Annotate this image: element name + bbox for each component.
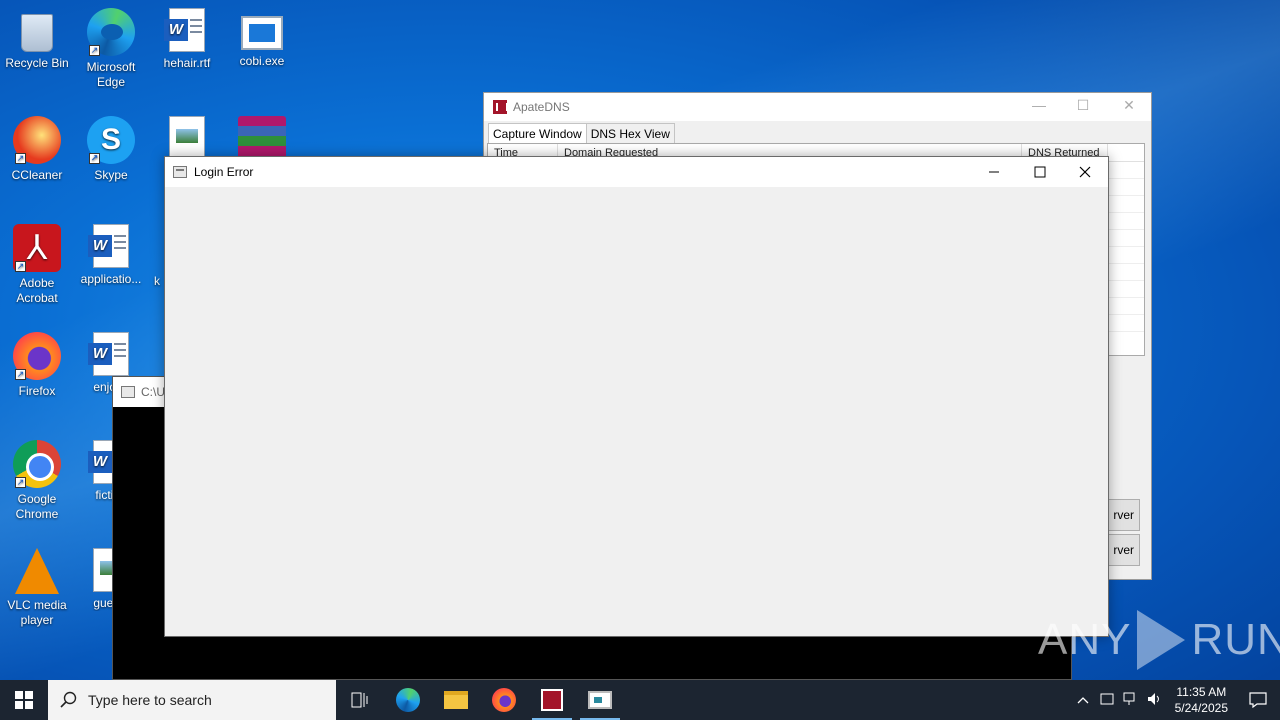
desktop-icon-label: CCleaner — [11, 168, 63, 182]
taskbar-file-explorer[interactable] — [432, 680, 480, 720]
maximize-button[interactable] — [1017, 157, 1063, 187]
desktop-icon-acrobat[interactable]: ⅄ ↗ Adobe Acrobat — [0, 224, 74, 306]
recycle-bin-icon — [21, 14, 53, 52]
desktop-icon-edge[interactable]: ↗ Microsoft Edge — [74, 8, 148, 90]
maximize-icon[interactable]: ☐ — [1068, 97, 1098, 114]
window-app-icon — [588, 691, 612, 709]
ccleaner-icon: ↗ — [13, 116, 61, 164]
windows-logo-icon — [15, 691, 33, 709]
watermark-right: RUN — [1191, 615, 1280, 664]
exe-icon — [241, 16, 283, 50]
tray-app-button[interactable] — [1095, 692, 1119, 709]
device-icon — [1100, 693, 1114, 704]
desktop-icon-chrome[interactable]: ↗ Google Chrome — [0, 440, 74, 522]
taskbar-firefox[interactable] — [480, 680, 528, 720]
play-icon — [1137, 610, 1186, 670]
firefox-icon: ↗ — [13, 332, 61, 380]
start-button[interactable] — [0, 680, 48, 720]
login-error-titlebar[interactable]: Login Error — [165, 157, 1108, 187]
desktop-icon-ccleaner[interactable]: ↗ CCleaner — [0, 116, 74, 183]
minimize-icon — [989, 171, 999, 173]
system-tray: 11:35 AM 5/24/2025 — [1071, 680, 1280, 720]
network-icon — [1123, 692, 1135, 705]
desktop-icon-cobi[interactable]: cobi.exe — [225, 8, 299, 69]
watermark-left: ANY — [1038, 615, 1132, 664]
console-icon — [121, 386, 135, 398]
apatedns-logo-icon — [493, 100, 508, 114]
taskbar-login-error[interactable] — [576, 680, 624, 720]
clock-date: 5/24/2025 — [1174, 701, 1228, 715]
skype-icon: S ↗ — [87, 116, 135, 164]
notification-icon — [1249, 692, 1267, 708]
tab-capture-window[interactable]: Capture Window — [488, 123, 587, 145]
desktop-icon-recycle-bin[interactable]: Recycle Bin — [0, 8, 74, 71]
desktop-icon-label: VLC media player — [7, 598, 67, 627]
desktop-icon-firefox[interactable]: ↗ Firefox — [0, 332, 74, 399]
chrome-icon: ↗ — [13, 440, 61, 488]
desktop-icon-label: Adobe Acrobat — [16, 276, 58, 305]
tab-dns-hex-view[interactable]: DNS Hex View — [585, 123, 675, 145]
desktop-icon-label: Recycle Bin — [5, 56, 69, 70]
acrobat-icon: ⅄ ↗ — [13, 224, 61, 272]
close-icon[interactable]: ✕ — [1114, 97, 1144, 114]
edge-icon — [396, 688, 420, 712]
clock-time: 11:35 AM — [1176, 685, 1227, 699]
window-app-icon — [173, 166, 187, 178]
desktop-icon-label: Firefox — [18, 384, 56, 398]
image-file-icon — [169, 116, 205, 160]
desktop-icon-vlc[interactable]: VLC media player — [0, 548, 74, 628]
taskbar-edge[interactable] — [384, 680, 432, 720]
desktop-icon-label: Google Chrome — [15, 492, 59, 521]
maximize-icon — [1034, 166, 1046, 178]
task-view-icon — [351, 692, 368, 708]
volume-button[interactable] — [1143, 692, 1167, 709]
edge-icon: ↗ — [87, 8, 135, 56]
login-error-client-area — [165, 187, 1108, 636]
chevron-up-icon — [1077, 697, 1089, 704]
minimize-icon[interactable]: — — [1024, 97, 1054, 113]
desktop-icon-label: Microsoft Edge — [86, 60, 136, 89]
anyrun-watermark: ANY RUN — [1038, 610, 1280, 670]
word-doc-icon: W — [164, 8, 205, 52]
task-view-button[interactable] — [336, 680, 384, 720]
desktop-icon-hehair[interactable]: W hehair.rtf — [150, 8, 224, 71]
apatedns-icon — [541, 689, 563, 711]
taskbar-search[interactable]: Type here to search — [48, 680, 336, 720]
file-explorer-icon — [444, 691, 468, 709]
desktop-icon-label: hehair.rtf — [163, 56, 211, 70]
network-button[interactable] — [1119, 692, 1143, 709]
apatedns-title: ApateDNS — [513, 100, 570, 114]
search-placeholder: Type here to search — [88, 692, 212, 708]
volume-icon — [1147, 692, 1159, 705]
word-doc-icon: W — [88, 224, 129, 268]
desktop-icon-label: Skype — [94, 168, 128, 182]
login-error-title: Login Error — [194, 165, 254, 179]
taskbar: Type here to search 11:35 AM 5/24/2025 — [0, 680, 1280, 720]
apatedns-tabs: Capture Window DNS Hex View — [488, 123, 675, 145]
firefox-icon — [492, 688, 516, 712]
clock[interactable]: 11:35 AM 5/24/2025 — [1167, 684, 1236, 716]
desktop-icon-label: cobi.exe — [239, 54, 285, 68]
search-icon — [60, 691, 77, 708]
desktop-icon-skype[interactable]: S ↗ Skype — [74, 116, 148, 183]
login-error-window[interactable]: Login Error — [164, 156, 1109, 637]
word-doc-icon: W — [88, 332, 129, 376]
close-button[interactable] — [1062, 157, 1108, 187]
taskbar-apatedns[interactable] — [528, 680, 576, 720]
vlc-icon — [15, 548, 59, 594]
minimize-button[interactable] — [971, 157, 1017, 187]
notifications-button[interactable] — [1236, 680, 1280, 720]
show-hidden-icons-button[interactable] — [1071, 693, 1095, 707]
cmd-title: C:\U — [141, 385, 165, 399]
close-icon — [1079, 166, 1091, 178]
